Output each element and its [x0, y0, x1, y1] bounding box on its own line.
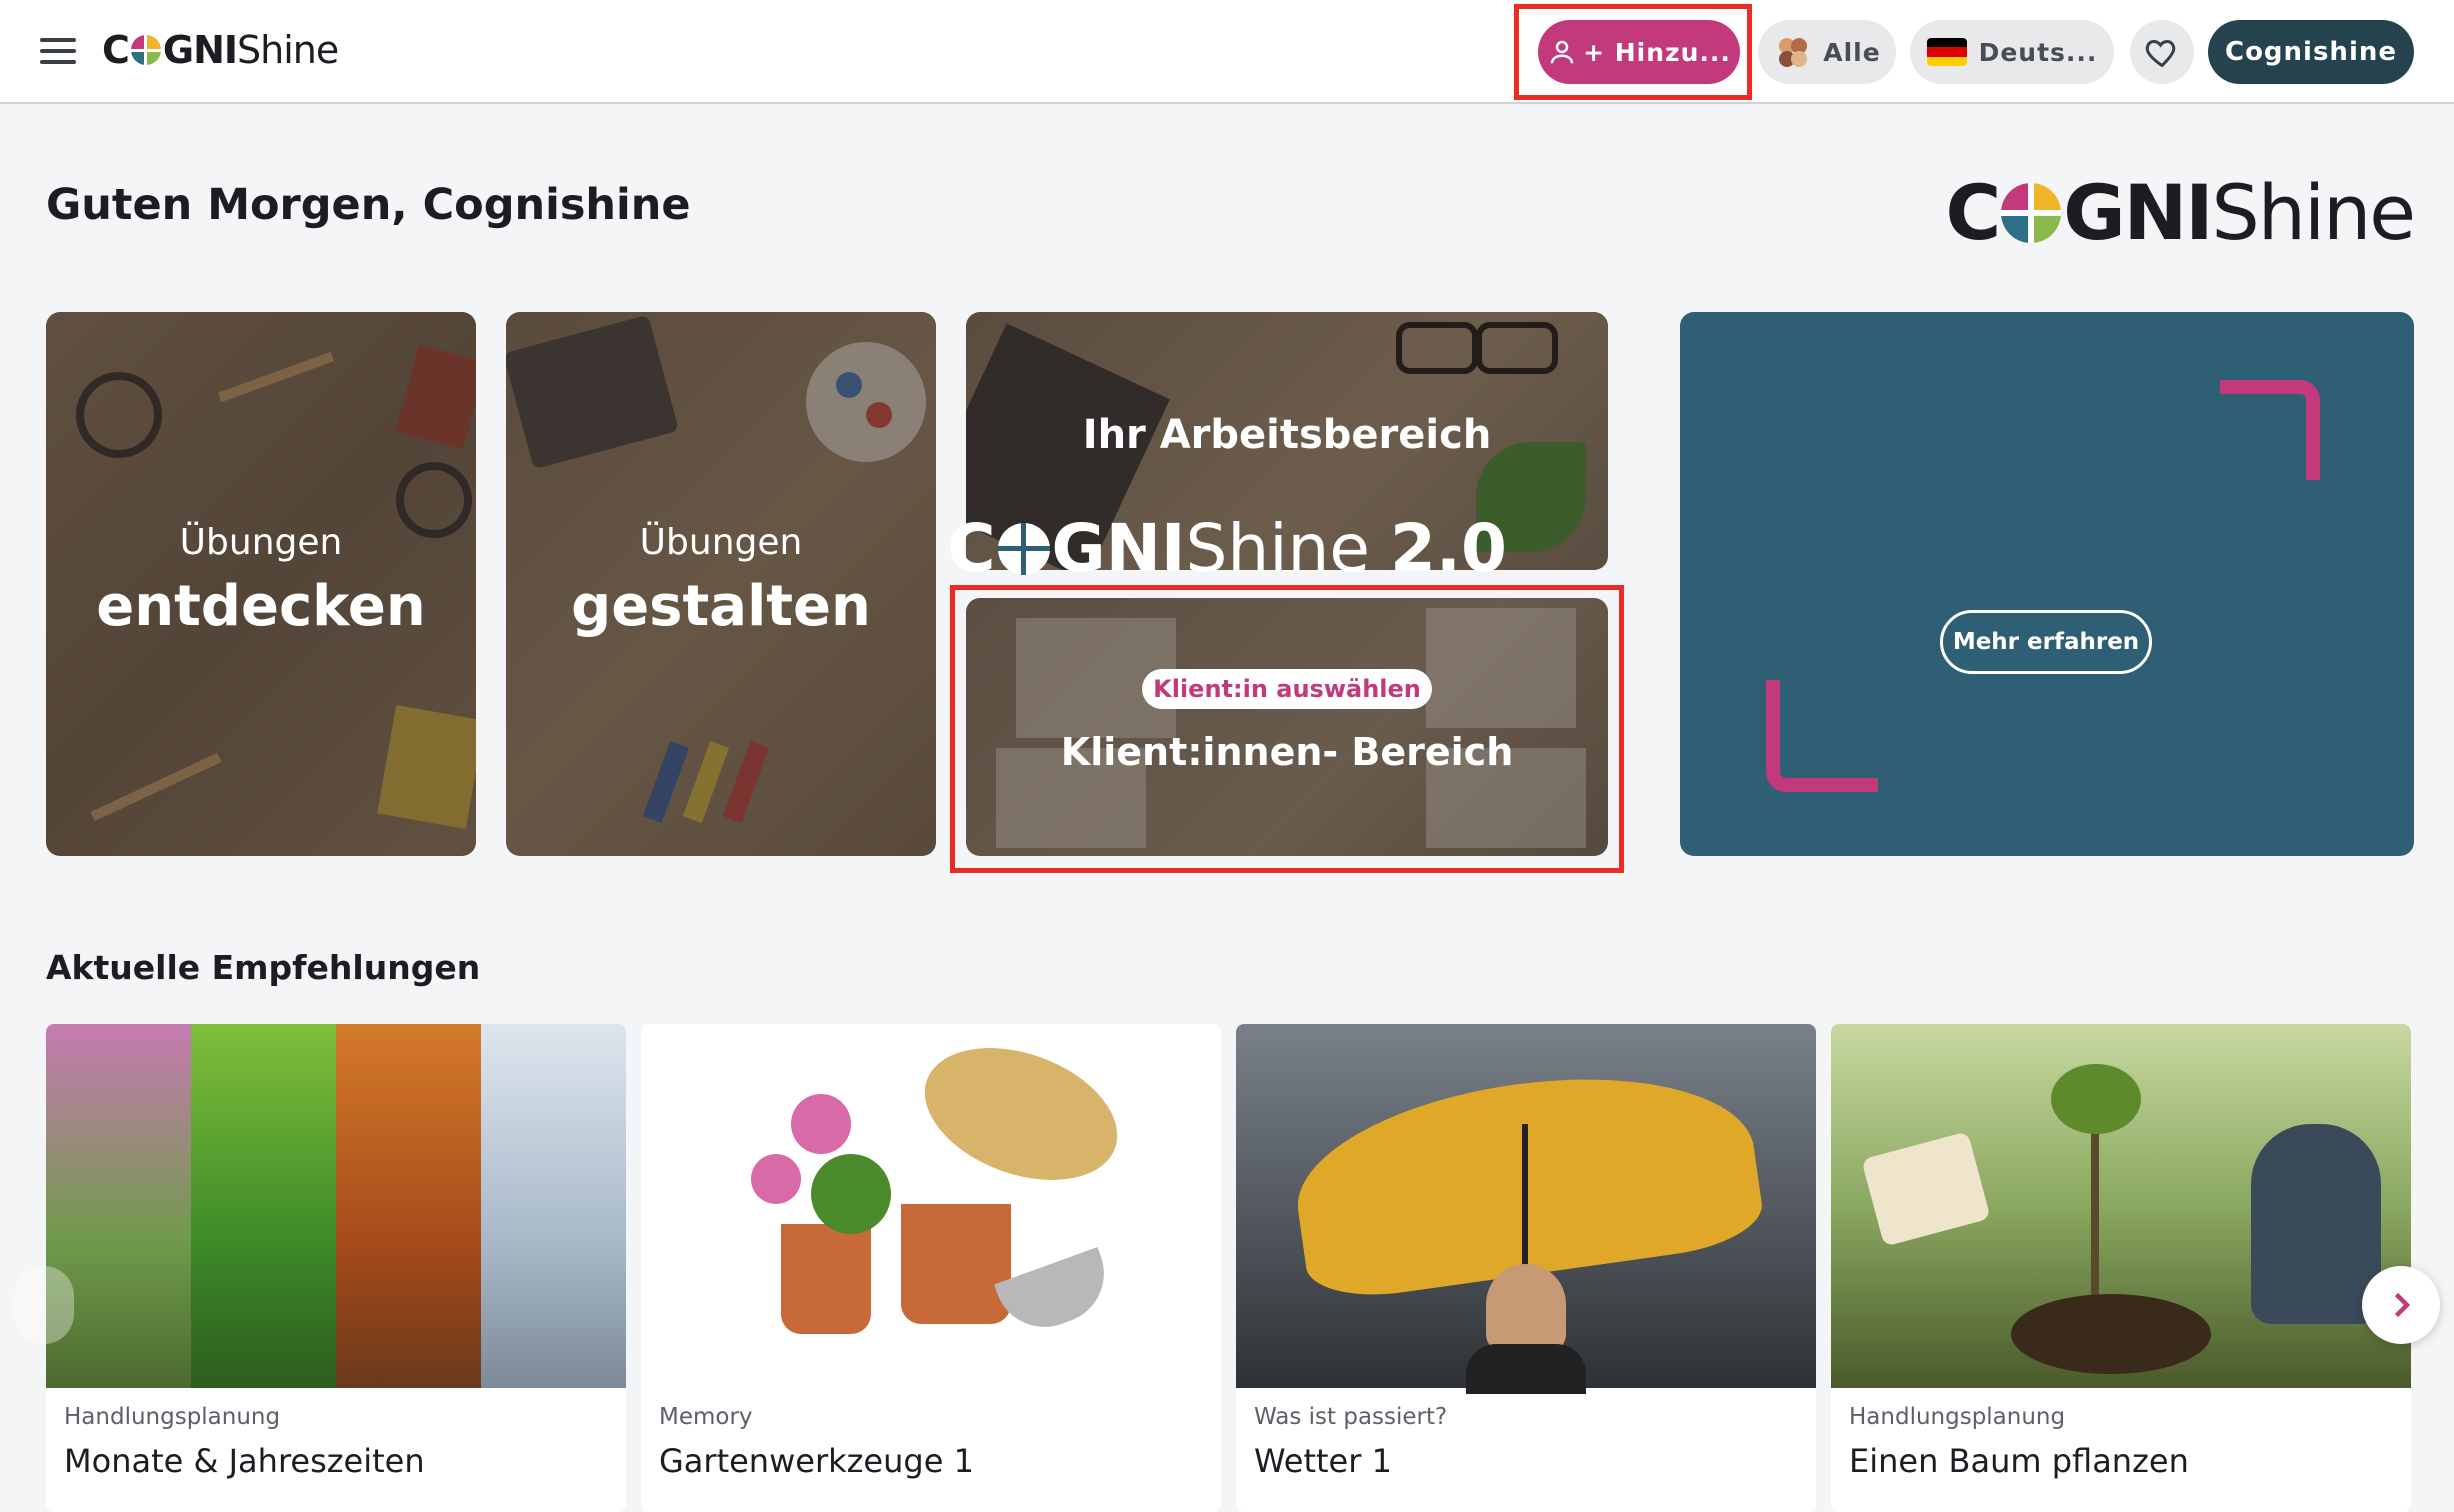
card-title: Monate & Jahreszeiten [64, 1442, 425, 1480]
card-image [1236, 1024, 1816, 1394]
filter-all-label: Alle [1823, 37, 1881, 67]
recommendation-card[interactable]: Memory Gartenwerkzeuge 1 [641, 1024, 1221, 1512]
user-account-button[interactable]: Cognishine [2208, 20, 2414, 84]
recommendation-card[interactable]: Handlungsplanung Einen Baum pflanzen [1831, 1024, 2411, 1512]
card-category: Handlungsplanung [1849, 1404, 2066, 1430]
german-flag-icon [1926, 38, 1967, 66]
card-image [641, 1024, 1221, 1388]
card-image [1831, 1024, 2411, 1388]
card-title: Wetter 1 [1254, 1442, 1392, 1480]
highlight-box-add [1514, 4, 1752, 100]
promo-title: C GNI Shine 2.0 [947, 510, 1507, 587]
carousel-prev-button[interactable] [14, 1266, 74, 1344]
app-logo[interactable]: C GNI Shine [102, 28, 339, 72]
group-avatar-icon [1779, 38, 1808, 67]
brand-logo: C GNI Shine [1945, 168, 2417, 257]
card-title: Gartenwerkzeuge 1 [659, 1442, 974, 1480]
carousel-next-button[interactable] [2362, 1266, 2440, 1344]
top-bar: C GNI Shine + Hinzu... Alle Deuts... Cogn… [0, 0, 2454, 104]
promo-corner-decoration [1766, 680, 1878, 792]
promo-corner-decoration [2220, 380, 2320, 480]
card-title: Einen Baum pflanzen [1849, 1442, 2189, 1480]
favorites-button[interactable] [2130, 20, 2194, 84]
language-label: Deuts... [1978, 37, 2098, 67]
recommendations-heading: Aktuelle Empfehlungen [46, 948, 481, 987]
heart-icon [2145, 39, 2176, 68]
greeting-heading: Guten Morgen, Cognishine [46, 180, 691, 230]
recommendation-card[interactable]: Was ist passiert? Wetter 1 [1236, 1024, 1816, 1512]
highlight-box-client [950, 585, 1624, 873]
tile-3-label: Ihr Arbeitsbereich [1082, 412, 1492, 458]
user-label: Cognishine [2224, 37, 2398, 67]
filter-all-button[interactable]: Alle [1758, 20, 1896, 84]
language-selector[interactable]: Deuts... [1910, 20, 2114, 84]
card-category: Was ist passiert? [1254, 1404, 1448, 1430]
card-image [46, 1024, 626, 1388]
card-category: Handlungsplanung [64, 1404, 281, 1430]
learn-more-button[interactable]: Mehr erfahren [1940, 610, 2152, 674]
hamburger-menu-icon[interactable] [40, 38, 76, 64]
recommendation-card[interactable]: Handlungsplanung Monate & Jahreszeiten [46, 1024, 626, 1512]
chevron-right-icon [2394, 1292, 2411, 1318]
card-category: Memory [659, 1404, 753, 1430]
